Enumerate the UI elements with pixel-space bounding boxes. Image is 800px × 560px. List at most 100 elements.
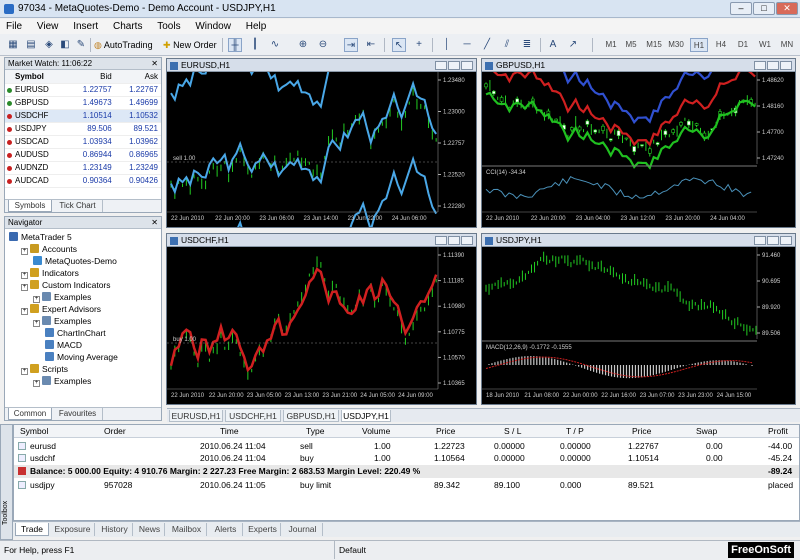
navigator-item[interactable]: + Examples (33, 375, 91, 387)
expand-icon[interactable]: + (21, 248, 28, 255)
navigator-item[interactable]: + Examples (33, 315, 91, 327)
column-header-bid[interactable]: Bid (68, 70, 115, 84)
navigator-item[interactable]: + Examples (33, 291, 91, 303)
navigator-icon[interactable]: ◧ (58, 38, 72, 52)
navigator-item[interactable]: MetaQuotes-Demo (33, 255, 117, 267)
menu-view[interactable]: View (37, 19, 59, 34)
navigator-item[interactable]: + Accounts (21, 243, 77, 255)
chart-window-usdjpy[interactable]: USDJPY,H1 MACD(12,26,9) -0.1772 -0.15550… (481, 233, 796, 405)
close-icon[interactable] (461, 236, 473, 245)
navigator-item[interactable]: + Custom Indicators (21, 279, 111, 291)
position-row[interactable]: eurusd 2010.06.24 11:04 sell 1.00 1.22723 0.0… (14, 440, 799, 452)
chart-tab-usdjpy[interactable]: USDJPY,H1 (341, 410, 391, 422)
cursor-icon[interactable]: ↖ (392, 38, 406, 52)
timeframe-h4[interactable]: H4 (712, 38, 730, 52)
chart-window-gbpusd[interactable]: GBPUSD,H1 CCI(14) -34.34242.55100.000.00… (481, 58, 796, 228)
arrow-tools-icon[interactable]: ↗ (566, 38, 580, 52)
horizontal-line-icon[interactable]: ─ (460, 38, 474, 52)
column-header-profit[interactable]: Profit (768, 425, 788, 438)
chart-canvas[interactable]: sell 1.00 1.23480 1.23000 1.22757 1.22520 1.2… (167, 72, 476, 227)
menu-file[interactable]: File (6, 19, 22, 34)
close-button[interactable]: ✕ (776, 2, 798, 15)
fibonacci-icon[interactable]: ≣ (520, 38, 534, 52)
chart-tab-usdchf[interactable]: USDCHF,H1 (225, 410, 281, 422)
chart-canvas[interactable]: buy 1.00 1.11390 1.11185 1.10980 1.10775 1.10… (167, 247, 476, 404)
navigator-item[interactable]: + Expert Advisors (21, 303, 101, 315)
column-header-current-price[interactable]: Price (632, 425, 651, 438)
zoom-in-icon[interactable]: ⊕ (296, 38, 310, 52)
timeframe-m1[interactable]: M1 (602, 38, 620, 52)
candlestick-icon[interactable]: ┃ (248, 38, 262, 52)
navigator-item[interactable]: + Indicators (21, 267, 79, 279)
maximize-button[interactable]: □ (753, 2, 775, 15)
close-icon[interactable]: ✕ (151, 58, 158, 70)
chart-window-usdchf[interactable]: USDCHF,H1 buy 1.00 1.11390 1.11185 1.10980 1… (166, 233, 477, 405)
crosshair-icon[interactable]: + (412, 38, 426, 52)
maximize-icon[interactable] (448, 61, 460, 70)
column-header-ask[interactable]: Ask (114, 70, 161, 84)
column-header-order[interactable]: Order (104, 425, 126, 438)
expand-icon[interactable]: + (21, 368, 28, 375)
navigator-item[interactable]: MetaTrader 5 (9, 231, 72, 243)
expand-icon[interactable]: + (33, 296, 40, 303)
autotrading-button[interactable]: ◍ AutoTrading (94, 37, 153, 53)
column-header-swap[interactable]: Swap (696, 425, 717, 438)
menu-charts[interactable]: Charts (113, 19, 142, 34)
minimize-button[interactable]: – (730, 2, 752, 15)
market-watch-row[interactable]: AUDCAD 0.90364 0.90426 (5, 174, 161, 188)
column-header-symbol[interactable]: Symbol (20, 425, 48, 438)
chart-tab-gbpusd[interactable]: GBPUSD,H1 (283, 410, 339, 422)
terminal-tab-mailbox[interactable]: Mailbox (167, 523, 207, 536)
tab-common[interactable]: Common (8, 408, 52, 420)
menu-help[interactable]: Help (246, 19, 267, 34)
menu-tools[interactable]: Tools (157, 19, 180, 34)
timeframe-mn[interactable]: MN (778, 38, 796, 52)
timeframe-w1[interactable]: W1 (756, 38, 774, 52)
terminal-tab-history[interactable]: History (97, 523, 133, 536)
minimize-icon[interactable] (754, 236, 766, 245)
maximize-icon[interactable] (448, 236, 460, 245)
terminal-tab-exposure[interactable]: Exposure (51, 523, 95, 536)
terminal-tab-alerts[interactable]: Alerts (209, 523, 243, 536)
profiles-icon[interactable]: ▤ (24, 38, 38, 52)
chart-window-eurusd[interactable]: EURUSD,H1 sell 1.00 1.23480 1.23000 1.22757… (166, 58, 477, 228)
metaeditor-icon[interactable]: ✎ (74, 38, 88, 52)
timeframe-h1[interactable]: H1 (690, 38, 708, 52)
timeframe-m30[interactable]: M30 (666, 38, 686, 52)
expand-icon[interactable]: + (33, 320, 40, 327)
text-label-icon[interactable]: A (546, 38, 560, 52)
close-icon[interactable] (780, 61, 792, 70)
chart-canvas[interactable]: MACD(12,26,9) -0.1772 -0.15550.1621-0.21… (482, 247, 795, 404)
expand-icon[interactable]: + (21, 272, 28, 279)
trendline-icon[interactable]: ╱ (480, 38, 494, 52)
market-watch-row[interactable]: AUDUSD 0.86944 0.86965 (5, 148, 161, 162)
expand-icon[interactable]: + (21, 284, 28, 291)
timeframe-m5[interactable]: M5 (622, 38, 640, 52)
tab-symbols[interactable]: Symbols (8, 200, 52, 212)
terminal-tab-news[interactable]: News (135, 523, 165, 536)
maximize-icon[interactable] (767, 61, 779, 70)
position-row[interactable]: usdchf 2010.06.24 11:04 buy 1.00 1.10564 0.00… (14, 452, 799, 464)
equidistant-channel-icon[interactable]: ⫽ (500, 38, 514, 52)
minimize-icon[interactable] (754, 61, 766, 70)
terminal-tab-trade[interactable]: Trade (15, 523, 49, 536)
market-watch-row[interactable]: USDCAD 1.03934 1.03962 (5, 135, 161, 149)
bar-chart-icon[interactable]: ╫ (228, 38, 242, 52)
menu-insert[interactable]: Insert (73, 19, 98, 34)
timeframe-d1[interactable]: D1 (734, 38, 752, 52)
market-watch-icon[interactable]: ◈ (42, 38, 56, 52)
timeframe-m15[interactable]: M15 (644, 38, 664, 52)
tab-tick-chart[interactable]: Tick Chart (53, 200, 103, 212)
market-watch-row[interactable]: EURUSD 1.22757 1.22767 (5, 83, 161, 97)
tab-favourites[interactable]: Favourites (53, 408, 103, 420)
zoom-out-icon[interactable]: ⊖ (316, 38, 330, 52)
market-watch-row[interactable]: USDJPY 89.506 89.521 (5, 122, 161, 136)
column-header-tp[interactable]: T / P (566, 425, 584, 438)
chart-canvas[interactable]: CCI(14) -34.34242.55100.000.00-100.00-19… (482, 72, 795, 227)
market-watch-row[interactable]: AUDNZD 1.23149 1.23249 (5, 161, 161, 175)
market-watch-row[interactable]: USDCHF 1.10514 1.10532 (5, 109, 161, 123)
chart-tab-eurusd[interactable]: EURUSD,H1 (169, 410, 223, 422)
column-header-type[interactable]: Type (306, 425, 324, 438)
vertical-line-icon[interactable]: │ (440, 38, 454, 52)
line-chart-icon[interactable]: ∿ (268, 38, 282, 52)
